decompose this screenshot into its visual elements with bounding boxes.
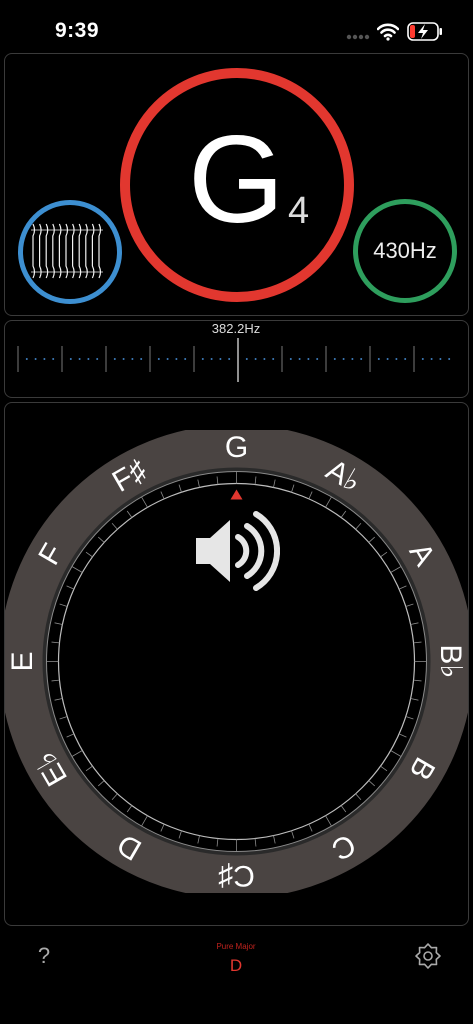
detected-note: G <box>188 111 285 249</box>
frequency-readout: 382.2Hz <box>211 321 261 336</box>
scale-label[interactable]: Pure Major <box>186 942 286 951</box>
dial-note-label[interactable]: B♭ <box>434 644 467 678</box>
signal-icon <box>346 34 370 40</box>
note-dial[interactable]: GA♭AB♭BCC♯DE♭EFF♯ <box>5 430 468 893</box>
waveform-icon <box>31 223 103 279</box>
wifi-icon <box>377 23 399 41</box>
status-bar: 9:39 <box>0 0 473 52</box>
speaker-icon[interactable] <box>194 510 280 592</box>
dial-note-label[interactable]: E <box>6 651 39 671</box>
tuning-meter <box>17 338 451 382</box>
key-label[interactable]: D <box>186 956 286 976</box>
reference-pitch-label: 430Hz <box>373 238 437 263</box>
gear-icon[interactable] <box>414 942 442 970</box>
help-button[interactable]: ? <box>30 942 58 970</box>
detected-octave: 4 <box>288 190 310 232</box>
dial-note-label[interactable]: C♯ <box>218 859 255 892</box>
dial-note-label[interactable]: G <box>225 431 248 464</box>
status-time: 9:39 <box>55 19 100 42</box>
battery-charging-icon <box>407 22 442 41</box>
